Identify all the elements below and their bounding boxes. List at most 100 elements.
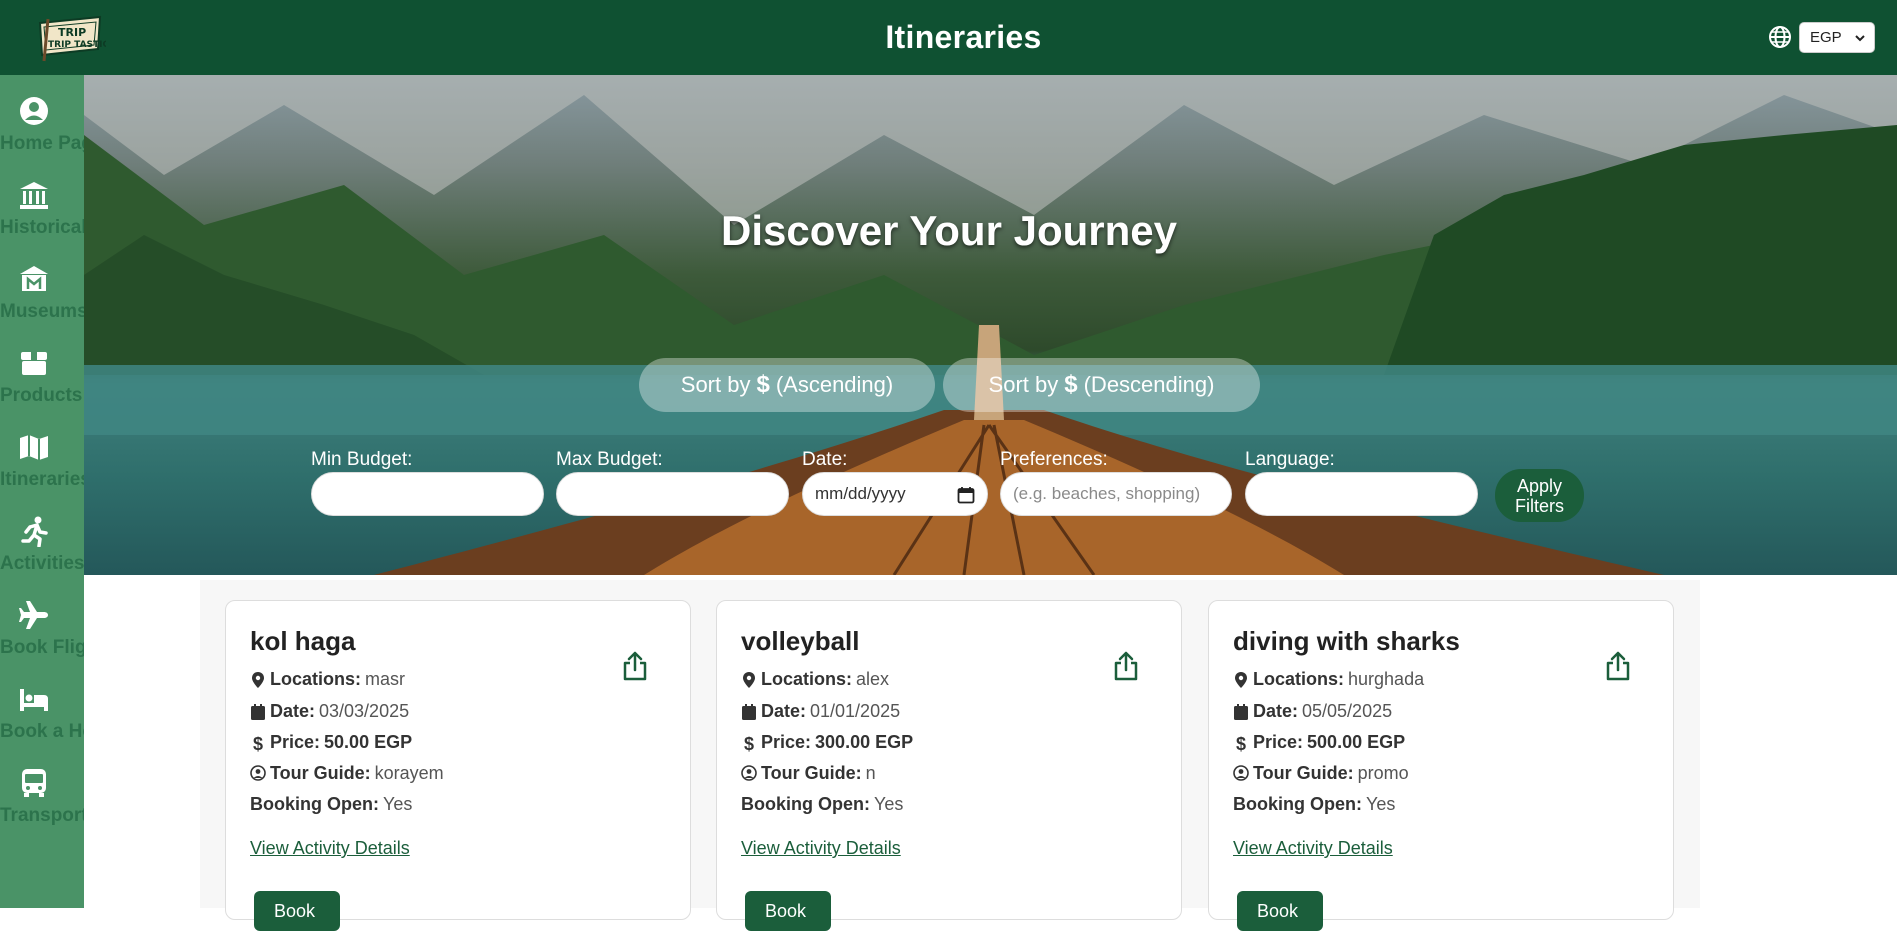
- card-guide-row: Tour Guide: n: [741, 763, 876, 784]
- card-date: 03/03/2025: [319, 701, 410, 721]
- box-icon: [21, 352, 47, 375]
- sidebar-item-products[interactable]: Products: [0, 327, 84, 411]
- sidebar-item-label: Book Flights: [0, 637, 84, 658]
- locations-label: Locations:: [761, 669, 853, 689]
- view-details-link[interactable]: View Activity Details: [1233, 838, 1393, 859]
- museum-icon: [20, 266, 48, 291]
- map-icon: [20, 435, 48, 460]
- language-input[interactable]: [1245, 472, 1478, 516]
- landmark-icon: [20, 182, 48, 209]
- preferences-label: Preferences:: [1000, 449, 1108, 470]
- tour-guide-label: Tour Guide:: [270, 763, 371, 783]
- sidebar-item-label: Home Page: [0, 133, 84, 154]
- card-booking-open: Yes: [874, 794, 904, 814]
- card-price-row: $ Price: 50.00 EGP: [250, 732, 413, 754]
- date-input[interactable]: mm/dd/yyyy: [802, 472, 988, 516]
- sidebar-item-flights[interactable]: Book Flights: [0, 579, 84, 663]
- card-location: masr: [365, 669, 406, 689]
- min-budget-label: Min Budget:: [311, 449, 413, 470]
- preferences-input[interactable]: (e.g. beaches, shopping): [1000, 472, 1232, 516]
- language-label: Language:: [1245, 449, 1335, 470]
- sidebar-item-label: Itineraries: [0, 469, 84, 490]
- filters-bar: Min Budget: Max Budget: Date: mm/dd/yyyy…: [0, 75, 1897, 575]
- card-price: 300.00 EGP: [815, 732, 914, 752]
- bus-icon: [22, 769, 46, 797]
- chevron-down-icon: [1855, 35, 1865, 42]
- card-price: 50.00 EGP: [324, 732, 413, 752]
- card-price: 500.00 EGP: [1307, 732, 1406, 752]
- location-pin-icon: [743, 671, 755, 688]
- date-label: Date:: [1253, 701, 1299, 721]
- sidebar-item-label: Historical Places: [0, 217, 84, 238]
- sidebar-item-label: Museums: [0, 301, 84, 322]
- tour-guide-label: Tour Guide:: [761, 763, 862, 783]
- view-details-link[interactable]: View Activity Details: [250, 838, 410, 859]
- apply-filters-button[interactable]: Apply Filters: [1495, 469, 1584, 522]
- itinerary-card: diving with sharks Locations: hurghada D…: [1208, 600, 1674, 931]
- share-icon[interactable]: [622, 651, 648, 681]
- date-label: Date:: [270, 701, 316, 721]
- tour-guide-label: Tour Guide:: [1253, 763, 1354, 783]
- card-location-row: Locations: alex: [741, 669, 889, 690]
- card-price-row: $ Price: 300.00 EGP: [741, 732, 914, 754]
- book-button[interactable]: Book: [745, 891, 831, 931]
- card-booking-open: Yes: [383, 794, 413, 814]
- min-budget-input[interactable]: [311, 472, 544, 516]
- sidebar-item-itineraries[interactable]: Itineraries: [0, 411, 84, 495]
- svg-text:TRIP: TRIP: [58, 26, 86, 39]
- share-icon[interactable]: [1113, 651, 1139, 681]
- location-pin-icon: [1235, 671, 1247, 688]
- dollar-icon: $: [252, 733, 263, 754]
- calendar-icon: [251, 703, 265, 720]
- card-tour-guide: korayem: [374, 763, 444, 783]
- card-title: kol haga: [250, 626, 356, 656]
- page-title: Itineraries: [885, 19, 1042, 55]
- dollar-icon: $: [743, 733, 754, 754]
- price-label: Price:: [1253, 732, 1304, 752]
- share-icon[interactable]: [1605, 651, 1631, 681]
- locations-label: Locations:: [270, 669, 362, 689]
- view-details-link[interactable]: View Activity Details: [741, 838, 901, 859]
- sidebar-item-label: Book a Hotel: [0, 721, 84, 742]
- card-date: 01/01/2025: [810, 701, 901, 721]
- sidebar: Home Page Historical Places Museums Prod…: [0, 75, 84, 908]
- card-booking-row: Booking Open: Yes: [741, 794, 903, 815]
- book-button[interactable]: Book: [254, 891, 340, 931]
- sidebar-item-label: Activities: [0, 553, 84, 574]
- card-tour-guide: promo: [1357, 763, 1409, 783]
- sidebar-item-home[interactable]: Home Page: [0, 75, 84, 159]
- card-date-row: Date: 03/03/2025: [250, 701, 409, 722]
- currency-select[interactable]: EGP: [1799, 22, 1875, 53]
- card-location: hurghada: [1348, 669, 1425, 689]
- currency-value: EGP: [1810, 29, 1842, 46]
- user-circle-icon: [250, 764, 266, 781]
- sidebar-item-historical[interactable]: Historical Places: [0, 159, 84, 243]
- date-placeholder: mm/dd/yyyy: [815, 484, 906, 503]
- running-icon: [21, 516, 48, 547]
- sidebar-item-label: Transportation: [0, 805, 84, 826]
- max-budget-input[interactable]: [556, 472, 789, 516]
- date-label: Date:: [802, 449, 848, 470]
- book-button[interactable]: Book: [1237, 891, 1323, 931]
- booking-open-label: Booking Open:: [741, 794, 870, 814]
- sidebar-item-transportation[interactable]: Transportation: [0, 747, 84, 831]
- bed-icon: [20, 689, 48, 711]
- booking-open-label: Booking Open:: [1233, 794, 1362, 814]
- card-tour-guide: n: [865, 763, 876, 783]
- globe-icon[interactable]: [1768, 25, 1792, 49]
- sidebar-item-museums[interactable]: Museums: [0, 243, 84, 327]
- card-guide-row: Tour Guide: korayem: [250, 763, 444, 784]
- plane-icon: [19, 601, 48, 629]
- calendar-icon[interactable]: [957, 486, 975, 504]
- itinerary-card: kol haga Locations: masr Date: 03/03/202…: [225, 600, 691, 931]
- preferences-placeholder: (e.g. beaches, shopping): [1013, 484, 1201, 503]
- card-location-row: Locations: masr: [250, 669, 405, 690]
- trip-tastic-logo[interactable]: TRIP TRIP TASTIC: [34, 9, 110, 65]
- sidebar-item-activities[interactable]: Activities: [0, 495, 84, 579]
- sidebar-item-hotel[interactable]: Book a Hotel: [0, 663, 84, 747]
- card-date-row: Date: 01/01/2025: [741, 701, 900, 722]
- locations-label: Locations:: [1253, 669, 1345, 689]
- card-date: 05/05/2025: [1302, 701, 1393, 721]
- calendar-icon: [1234, 703, 1248, 720]
- booking-open-label: Booking Open:: [250, 794, 379, 814]
